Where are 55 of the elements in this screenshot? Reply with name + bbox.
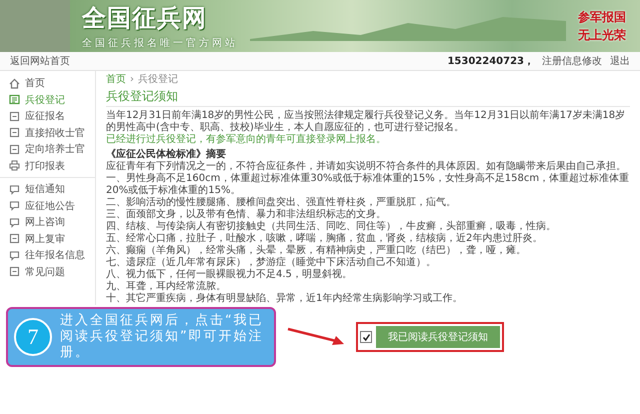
chat-icon <box>9 216 20 228</box>
standard-item: 四、结核、与传染病人有密切接触史（共同生活、同吃、同住等），牛皮癣，头部重癣，吸毒，性病。 <box>106 221 557 232</box>
lead-paragraph: 应征青年有下列情况之一的，不符合应征条件，并请如实说明不符合条件的具体原因。如有隐瞒带来后果由自己承担。 <box>106 161 627 172</box>
sidebar-item[interactable]: 兵役登记 <box>0 92 95 108</box>
standard-item: 六、癫痫（羊角风），经常头痛，头晕，晕厥，有精神病史，严重口吃（结巴），聋，哑，瘫。 <box>106 245 527 256</box>
step-number: 7 <box>14 318 52 356</box>
standard-item: 二、影响活动的慢性腰腿痛、腰椎间盘突出、强直性脊柱炎，严重脱肛，疝气。 <box>106 197 457 208</box>
chat-icon <box>9 250 20 261</box>
intro-paragraph: 当年12月31日前年满18岁的男性公民，应当按照法律规定履行兵役登记义务。当年12月31日以前年满17岁未满18岁的男性高中(含中专、职高、技校)毕业生，本人自愿应征的，也可进行登记报名。 <box>106 110 626 134</box>
standard-item: 十、其它严重疾病，身体有明显缺陷、异常，近1年内经常生病影响学习或工作。 <box>106 293 464 305</box>
sidebar-item[interactable]: 短信通知 <box>0 181 95 198</box>
user-phone: 15302240723， <box>447 55 534 68</box>
sidebar-item[interactable]: 定向培养士官 <box>0 141 95 158</box>
standard-item: 一、男性身高不足160cm，体重超过标准体重30%或低于标准体重的15%，女性身高不足158cm，体重超过标准体重20%或低于标准体重的15%。 <box>106 173 630 196</box>
standard-item: 五、经常心口痛，拉肚子，吐酸水，咳嗽，哮喘，胸痛，贫血，肾炎，结核病，近2年内患过肝炎。 <box>106 233 544 244</box>
section-heading: 《应征公民体检标准》摘要 <box>106 149 227 160</box>
house-icon <box>9 78 20 89</box>
standard-item: 七、遗尿症（近几年常有尿床），梦游症（睡觉中下床活动自己不知道）。 <box>106 257 437 268</box>
breadcrumb-link[interactable]: 首页 <box>106 74 126 86</box>
notice-text: 已经进行过兵役登记，有参军意向的青年可直接登录网上报名。 <box>106 134 387 146</box>
chat-icon <box>9 184 20 195</box>
home-link[interactable]: 返回网站首页 <box>10 54 70 68</box>
list-icon <box>9 94 20 106</box>
standard-item: 八、视力低下，任何一眼裸眼视力不足4.5，明显斜视。 <box>106 269 353 280</box>
breadcrumb-current: 兵役登记 <box>138 74 178 86</box>
sidebar-item[interactable]: 打印报表 <box>0 158 95 174</box>
site-subtitle: 全国征兵报名唯一官方网站 <box>82 36 238 50</box>
slogan-text: 参军报国 <box>578 8 626 26</box>
sidebar-item[interactable]: 常见问题 <box>0 264 95 280</box>
agree-checkbox[interactable] <box>360 331 372 343</box>
sidebar-item[interactable]: 首页 <box>0 75 95 92</box>
sidebar-item[interactable]: 应征报名 <box>0 108 95 124</box>
site-logo: 全国征兵网 <box>82 3 208 34</box>
sidebar-item[interactable]: 网上复审 <box>0 230 95 247</box>
document-icon <box>9 144 20 155</box>
photo-placeholder <box>0 0 70 52</box>
arrow-icon <box>286 327 346 347</box>
sidebar-item[interactable]: 应征地公告 <box>0 198 95 214</box>
document-icon <box>9 110 20 122</box>
document-icon <box>9 233 20 244</box>
sidebar-item[interactable]: 直接招收士官 <box>0 124 95 141</box>
logout-link[interactable]: 退出 <box>610 54 630 68</box>
standard-item: 九、耳聋，耳内经常流脓。 <box>106 281 227 292</box>
standard-item: 三、面颈部文身，以及带有色情、暴力和非法组织标志的文身。 <box>106 209 387 220</box>
breadcrumb-separator: › <box>130 74 134 86</box>
edit-profile-link[interactable]: 注册信息修改 <box>542 54 602 68</box>
page-title: 兵役登记须知 <box>106 86 630 107</box>
printer-icon <box>9 160 20 172</box>
document-icon <box>9 127 20 138</box>
slogan-text: 无上光荣 <box>578 26 626 44</box>
callout-text: 进入全国征兵网后，点击“我已阅读兵役登记须知”即可开始注册。 <box>60 313 264 361</box>
chat-icon <box>9 200 20 212</box>
sidebar-item[interactable]: 往年报名信息 <box>0 247 95 264</box>
document-icon <box>9 266 20 278</box>
sidebar-item[interactable]: 网上咨询 <box>0 214 95 230</box>
